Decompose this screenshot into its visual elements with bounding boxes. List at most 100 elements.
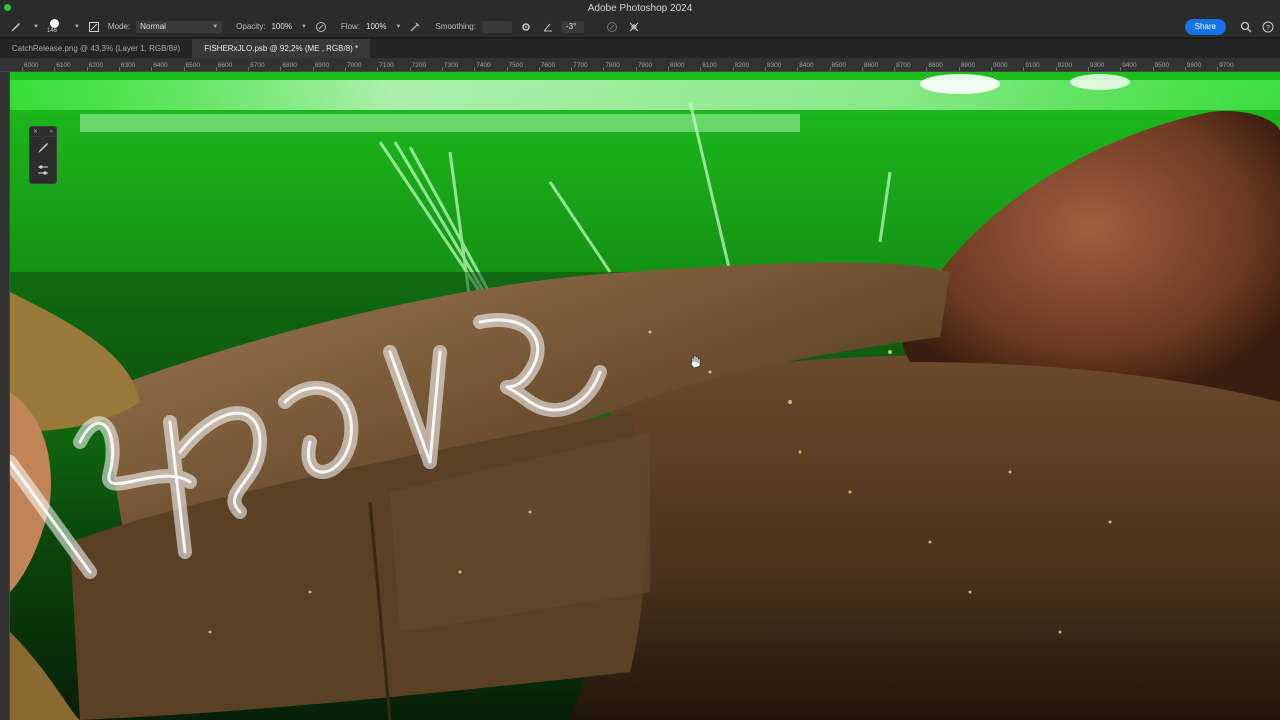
ruler-tick-mark: [151, 67, 153, 71]
ruler-tick-label: 6600: [217, 62, 233, 69]
ruler-tick-mark: [958, 67, 960, 71]
ruler-tick-label: 7300: [443, 62, 459, 69]
tab-fisherxjlo[interactable]: FISHERxJLO.psb @ 92,2% (ME , RGB/8) *: [192, 39, 371, 58]
ruler-tick-mark: [732, 67, 734, 71]
ruler-tick-mark: [1152, 67, 1154, 71]
pressure-opacity-icon[interactable]: [313, 19, 329, 35]
app-title: Adobe Photoshop 2024: [587, 2, 693, 14]
share-button[interactable]: Share: [1184, 18, 1226, 35]
ruler-tick-mark: [22, 67, 23, 71]
ruler-tick-label: 8600: [863, 62, 879, 69]
close-icon[interactable]: ✕: [33, 128, 38, 135]
ruler-tick-mark: [86, 67, 88, 71]
ruler-tick-mark: [1217, 67, 1219, 71]
ruler-tick-mark: [280, 67, 282, 71]
ruler-tick-mark: [861, 67, 863, 71]
document-canvas[interactable]: [10, 72, 1280, 720]
ruler-tick-label: 8200: [734, 62, 750, 69]
ruler-tick-label: 8100: [702, 62, 717, 69]
airbrush-icon[interactable]: [407, 19, 423, 35]
ruler-tick-label: 7200: [411, 62, 427, 69]
ruler-tick-mark: [926, 67, 928, 71]
angle-field[interactable]: -3°: [561, 20, 584, 33]
ruler-tick-mark: [377, 67, 379, 71]
ruler-tick-label: 6200: [88, 62, 104, 69]
chevron-down-icon: ▼: [212, 23, 219, 30]
ruler-tick-label: 8000: [670, 62, 685, 69]
ruler-tick-label: 7400: [476, 62, 491, 69]
chevron-down-icon[interactable]: ▼: [396, 24, 402, 30]
opacity-value[interactable]: 100%: [271, 22, 291, 31]
ruler-tick-label: 7800: [605, 62, 620, 69]
horizontal-ruler[interactable]: 6000 6100 6200 6300 6400 6500 6600 6700 6800 6900…: [0, 58, 1280, 72]
ruler-tick-label: 8500: [831, 62, 846, 69]
ruler-tick-mark: [118, 67, 120, 71]
brush-panel-button[interactable]: [30, 137, 56, 159]
ruler-tick-mark: [506, 67, 508, 71]
help-icon[interactable]: ?: [1260, 19, 1276, 35]
ruler-tick-mark: [635, 67, 637, 71]
ruler-tick-label: 9500: [1154, 62, 1169, 69]
ruler-tick-mark: [700, 67, 702, 71]
ruler-tick-label: 9400: [1122, 62, 1137, 69]
ruler-tick-label: 8900: [960, 62, 976, 69]
expand-icon[interactable]: »: [50, 129, 53, 135]
brush-icon: [38, 143, 48, 153]
ruler-tick-label: 7700: [573, 62, 588, 69]
options-bar: ▼ 146 ▼ Mode: Normal ▼ Opacity: 100% ▼ F…: [0, 16, 1280, 38]
ruler-tick-mark: [764, 67, 766, 71]
ruler-tick-label: 6700: [250, 62, 265, 69]
gear-icon[interactable]: [518, 19, 534, 35]
ruler-tick-mark: [215, 67, 217, 71]
ruler-tick-mark: [829, 67, 831, 71]
brush-preset-picker[interactable]: 146: [45, 18, 65, 36]
search-icon[interactable]: [1238, 19, 1254, 35]
chevron-down-icon[interactable]: ▼: [74, 24, 80, 30]
tab-catchrelease[interactable]: CatchRelease.png @ 43,3% (Layer 1, RGB/8…: [0, 39, 192, 58]
ruler-tick-mark: [345, 67, 346, 71]
ruler-tick-mark: [991, 67, 992, 71]
ruler-tick-mark: [1055, 67, 1057, 71]
ruler-tick-mark: [409, 67, 411, 71]
ruler-tick-label: 7000: [347, 62, 362, 69]
floating-tool-panel: ✕ »: [29, 126, 57, 184]
ruler-tick-label: 6500: [185, 62, 200, 69]
window-close-dot[interactable]: [4, 4, 11, 11]
title-bar: Adobe Photoshop 2024: [0, 0, 1280, 16]
ruler-tick-label: 6100: [56, 62, 71, 69]
chevron-down-icon[interactable]: ▼: [33, 24, 39, 30]
ruler-tick-mark: [894, 67, 896, 71]
ruler-tick-label: 7500: [508, 62, 523, 69]
ruler-tick-label: 9100: [1025, 62, 1040, 69]
vertical-ruler[interactable]: [0, 72, 10, 720]
smoothing-label: Smoothing:: [435, 22, 476, 31]
svg-text:?: ?: [1266, 25, 1270, 32]
mode-label: Mode:: [107, 22, 131, 31]
pressure-size-icon[interactable]: [604, 19, 620, 35]
ruler-tick-label: 6800: [282, 62, 297, 69]
ruler-tick-label: 8800: [928, 62, 943, 69]
symmetry-icon[interactable]: [626, 19, 642, 35]
canvas-image: [10, 72, 1280, 720]
ruler-tick-label: 7600: [540, 62, 556, 69]
ruler-tick-label: 7100: [379, 62, 394, 69]
ruler-tick-mark: [1120, 67, 1122, 71]
document-tabs: CatchRelease.png @ 43,3% (Layer 1, RGB/8…: [0, 39, 1280, 58]
brush-tool-icon[interactable]: [8, 19, 24, 35]
ruler-tick-mark: [571, 67, 573, 71]
ruler-tick-mark: [312, 67, 314, 71]
adjust-panel-button[interactable]: [30, 159, 56, 181]
ruler-tick-label: 8400: [799, 62, 814, 69]
flow-value[interactable]: 100%: [366, 22, 386, 31]
ruler-tick-mark: [1184, 67, 1186, 71]
smoothing-field[interactable]: [481, 20, 512, 33]
ruler-tick-mark: [54, 67, 56, 71]
ruler-tick-label: 9700: [1219, 62, 1234, 69]
ruler-tick-mark: [183, 67, 185, 71]
angle-icon: [540, 19, 556, 35]
chevron-down-icon[interactable]: ▼: [301, 24, 307, 30]
ruler-tick-label: 8700: [896, 62, 911, 69]
ruler-tick-mark: [248, 67, 250, 71]
brush-settings-icon[interactable]: [86, 19, 102, 35]
mode-select[interactable]: Normal ▼: [136, 20, 223, 33]
